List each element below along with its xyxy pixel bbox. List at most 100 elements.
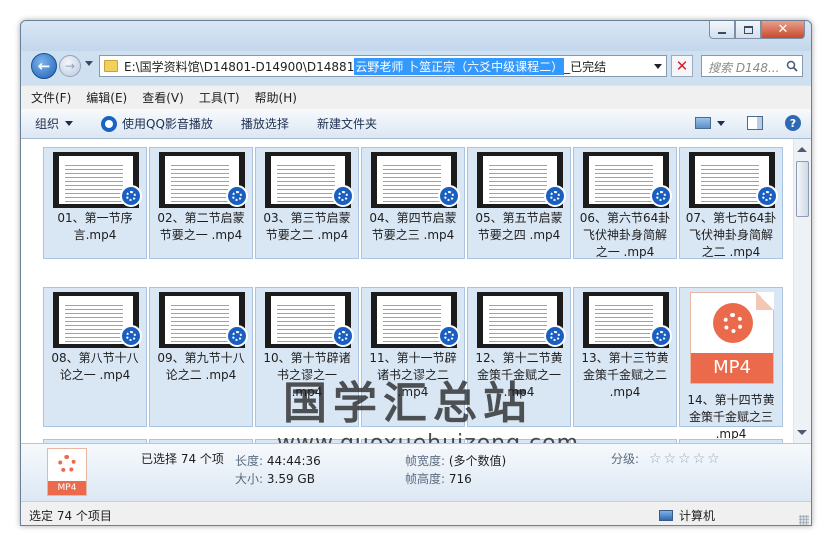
file-name: 07、第七节64卦飞伏神卦身简解之二 .mp4	[685, 211, 777, 259]
star-icon[interactable]: ☆	[707, 451, 720, 467]
qq-player-icon	[101, 115, 118, 132]
search-input[interactable]: 搜索 D148...	[701, 55, 803, 77]
qq-player-icon	[226, 325, 248, 347]
arrow-right-icon: →	[64, 59, 76, 73]
file-name: 08、第八节十八论之一 .mp4	[51, 351, 139, 382]
scroll-up-icon[interactable]	[797, 147, 807, 152]
star-icon[interactable]: ☆	[649, 451, 662, 467]
menu-bar: 文件(F) 编辑(E) 查看(V) 工具(T) 帮助(H)	[21, 85, 811, 109]
scroll-down-icon[interactable]	[797, 430, 807, 435]
file-name: 04、第四节启蒙节要之三 .mp4	[369, 211, 457, 242]
selection-file-icon: MP4	[47, 448, 87, 496]
command-bar: 组织 使用QQ影音播放 播放选择 新建文件夹 ?	[21, 109, 811, 139]
file-item[interactable]: 05、第五节启蒙节要之四 .mp4	[467, 147, 571, 259]
close-icon: ✕	[777, 22, 789, 37]
file-name: 01、第一节序言.mp4	[57, 211, 133, 242]
file-item[interactable]: 08、第八节十八论之一 .mp4	[43, 287, 147, 427]
file-item[interactable]: 01、第一节序言.mp4	[43, 147, 147, 259]
file-item[interactable]: 02、第二节启蒙节要之一 .mp4	[149, 147, 253, 259]
back-button[interactable]: ←	[31, 53, 57, 79]
qq-player-icon	[544, 325, 566, 347]
forward-button[interactable]: →	[59, 55, 81, 77]
stop-button[interactable]: ✕	[671, 55, 693, 77]
resize-grip[interactable]	[799, 515, 809, 525]
recent-pages-dropdown[interactable]	[85, 61, 93, 66]
file-name: 06、第六节64卦飞伏神卦身简解之一 .mp4	[579, 211, 671, 259]
size-value: 3.59 GB	[266, 472, 315, 486]
caption-buttons: ✕	[709, 21, 805, 41]
menu-view[interactable]: 查看(V)	[142, 89, 184, 106]
navigation-bar: ← → E:\国学资料馆\D14801-D14900\D14881 云野老师 卜…	[21, 51, 811, 85]
qq-player-icon	[650, 325, 672, 347]
qq-player-icon	[438, 185, 460, 207]
change-view-icon[interactable]	[695, 117, 711, 129]
qq-player-icon	[756, 185, 778, 207]
file-item[interactable]: 06、第六节64卦飞伏神卦身简解之一 .mp4	[573, 147, 677, 259]
chevron-down-icon	[65, 121, 74, 126]
mp4-file-icon: MP4	[690, 292, 774, 384]
watermark-title: 国学汇总站	[283, 378, 533, 429]
address-bar[interactable]: E:\国学资料馆\D14801-D14900\D14881 云野老师 卜筮正宗（…	[99, 55, 667, 77]
minimize-button[interactable]	[709, 21, 735, 39]
star-icon[interactable]: ☆	[678, 451, 691, 467]
search-icon[interactable]	[786, 60, 798, 72]
file-item[interactable]: 03、第三节启蒙节要之二 .mp4	[255, 147, 359, 259]
star-icon[interactable]: ☆	[693, 451, 706, 467]
status-selection: 选定 74 个项目	[29, 509, 112, 523]
play-selection-label: 播放选择	[240, 117, 289, 131]
length-label: 长度:	[235, 454, 264, 468]
minimize-icon	[718, 31, 726, 34]
file-type-badge: MP4	[691, 353, 773, 383]
help-icon[interactable]: ?	[785, 115, 801, 131]
scroll-thumb[interactable]	[796, 161, 809, 217]
menu-tools[interactable]: 工具(T)	[199, 89, 240, 106]
file-item[interactable]: 07、第七节64卦飞伏神卦身简解之二 .mp4	[679, 147, 783, 259]
status-location-label: 计算机	[679, 509, 716, 523]
rating-stars[interactable]: ☆ ☆ ☆ ☆ ☆	[649, 451, 722, 467]
rating-row: 分级: ☆ ☆ ☆ ☆ ☆	[611, 450, 722, 467]
qq-player-icon	[544, 185, 566, 207]
menu-help[interactable]: 帮助(H)	[255, 89, 297, 106]
size-row: 大小: 3.59 GB	[235, 470, 315, 487]
film-reel-icon	[58, 455, 76, 473]
play-selection-button[interactable]: 播放选择	[241, 115, 289, 132]
qq-player-icon	[332, 185, 354, 207]
preview-pane-icon[interactable]	[747, 116, 763, 130]
chevron-down-icon[interactable]	[717, 120, 725, 126]
file-name: 02、第二节启蒙节要之一 .mp4	[157, 211, 245, 242]
menu-edit[interactable]: 编辑(E)	[86, 89, 127, 106]
selection-count: 已选择 74 个项	[141, 452, 224, 466]
organize-label: 组织	[35, 117, 60, 131]
file-item[interactable]: 13、第十三节黄金策千金赋之二 .mp4	[573, 287, 677, 427]
file-name: 05、第五节启蒙节要之四 .mp4	[475, 211, 563, 242]
toolbar-right: ?	[695, 115, 801, 131]
qq-player-icon	[650, 185, 672, 207]
organize-button[interactable]: 组织	[35, 115, 74, 132]
maximize-button[interactable]	[735, 21, 761, 39]
file-item[interactable]: 09、第九节十八论之二 .mp4	[149, 287, 253, 427]
frame-height-label: 帧高度:	[405, 472, 446, 486]
qq-player-icon	[226, 185, 248, 207]
address-suffix: _已完结	[564, 59, 607, 74]
file-name: 09、第九节十八论之二 .mp4	[157, 351, 245, 382]
qq-player-icon	[438, 325, 460, 347]
frame-height-row: 帧高度: 716	[405, 470, 472, 487]
close-button[interactable]: ✕	[761, 21, 805, 39]
size-label: 大小:	[235, 472, 264, 486]
address-dropdown-icon[interactable]	[654, 64, 662, 69]
play-with-qq-button[interactable]: 使用QQ影音播放	[101, 115, 213, 132]
file-item[interactable]: 04、第四节启蒙节要之三 .mp4	[361, 147, 465, 259]
menu-file[interactable]: 文件(F)	[31, 89, 71, 106]
qq-player-icon	[120, 325, 142, 347]
details-pane: MP4 已选择 74 个项 长度: 44:44:36 大小: 3.59 GB 帧…	[21, 443, 811, 501]
computer-icon	[659, 510, 673, 521]
star-icon[interactable]: ☆	[663, 451, 676, 467]
vertical-scrollbar[interactable]	[793, 139, 811, 443]
status-bar: 选定 74 个项目 计算机	[21, 501, 811, 525]
file-type-badge: MP4	[48, 481, 86, 495]
file-item[interactable]: MP4 14、第十四节黄金策千金赋之三 .mp4	[679, 287, 783, 441]
new-folder-button[interactable]: 新建文件夹	[317, 115, 377, 132]
search-placeholder: 搜索 D148...	[708, 61, 780, 75]
title-bar: ✕	[21, 21, 811, 51]
arrow-left-icon: ←	[37, 57, 51, 75]
